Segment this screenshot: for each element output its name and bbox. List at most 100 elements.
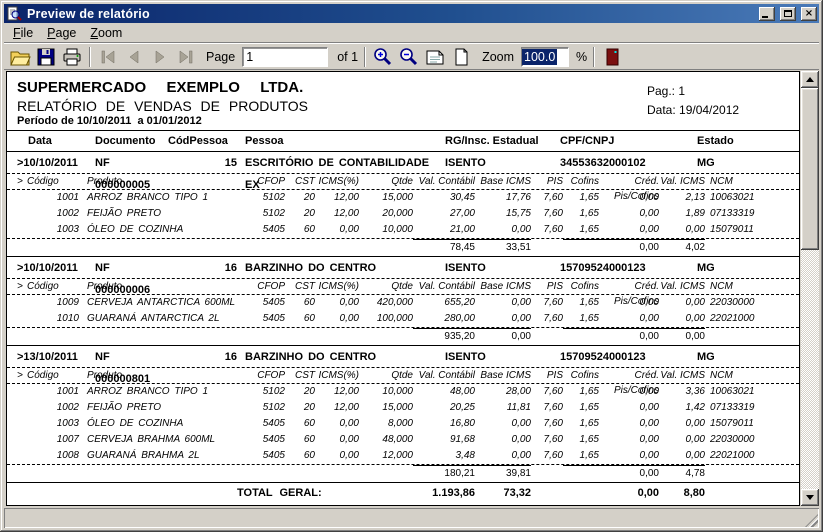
first-page-button[interactable] bbox=[95, 45, 121, 69]
cell: 12,00 bbox=[315, 190, 359, 206]
grand-total-label: TOTAL GERAL: bbox=[237, 483, 413, 503]
cell: 1007 bbox=[27, 432, 79, 448]
detail-row: 1008GUARANÁ BRAHMA 2L5405600,0012,0003,4… bbox=[7, 448, 799, 464]
toolbar-separator bbox=[364, 47, 366, 67]
prev-page-button[interactable] bbox=[121, 45, 147, 69]
detail-row: 1002FEIJÃO PRETO51022012,0020,00027,0015… bbox=[7, 206, 799, 222]
last-page-button[interactable] bbox=[173, 45, 199, 69]
cell: 0,00 bbox=[659, 222, 705, 238]
minimize-button[interactable] bbox=[759, 7, 775, 21]
zoom-out-icon bbox=[398, 46, 420, 68]
grand-total-value: 1.193,86 bbox=[413, 483, 475, 503]
open-button[interactable] bbox=[7, 45, 33, 69]
cell bbox=[27, 328, 79, 345]
exit-button[interactable] bbox=[599, 45, 625, 69]
zoom-in-button[interactable] bbox=[370, 45, 396, 69]
toolbar-separator bbox=[89, 47, 91, 67]
arrow-down-icon bbox=[806, 495, 814, 504]
cell bbox=[79, 239, 237, 256]
cell: 20 bbox=[285, 190, 315, 206]
column-header: CódPessoa bbox=[168, 131, 245, 151]
subtotal-value: 0,00 bbox=[659, 328, 705, 345]
cell: 0,00 bbox=[599, 432, 659, 448]
cell: 0,00 bbox=[315, 222, 359, 238]
subtotal-value: 33,51 bbox=[475, 239, 531, 256]
last-page-icon bbox=[175, 46, 197, 68]
cell: 10063021 bbox=[705, 190, 799, 206]
cell bbox=[79, 328, 237, 345]
cell: 0,00 bbox=[599, 448, 659, 464]
cell: 12,00 bbox=[315, 384, 359, 400]
cell bbox=[359, 328, 413, 345]
cell: 1010 bbox=[27, 311, 79, 327]
cell: 7,60 bbox=[531, 416, 563, 432]
grand-total-row: TOTAL GERAL:1.193,8673,320,008,80 bbox=[7, 483, 799, 503]
scroll-up-button[interactable] bbox=[801, 71, 819, 88]
cell: 07133319 bbox=[705, 400, 799, 416]
cell: 1,65 bbox=[563, 448, 599, 464]
report-preview-icon bbox=[6, 6, 22, 22]
detail-row: 1003ÓLEO DE COZINHA5405600,008,00016,800… bbox=[7, 416, 799, 432]
group-header-row: >13/10/2011NF 00000080116BARZINHO DO CEN… bbox=[7, 346, 799, 367]
cell bbox=[27, 465, 79, 482]
maximize-button[interactable] bbox=[780, 7, 796, 21]
zoom-out-button[interactable] bbox=[396, 45, 422, 69]
cell: ARROZ BRANCO TIPO 1 bbox=[79, 384, 237, 400]
cell: 15,000 bbox=[359, 190, 413, 206]
page-date-info: Pag.: 1 Data: 19/04/2012 bbox=[647, 82, 739, 120]
save-button[interactable] bbox=[33, 45, 59, 69]
zoom-value: 100.0 bbox=[522, 49, 557, 65]
cell: 0,00 bbox=[599, 400, 659, 416]
cell: 1,65 bbox=[563, 400, 599, 416]
cell: 0,00 bbox=[475, 295, 531, 311]
menu-page[interactable]: Page bbox=[40, 24, 83, 42]
cell: 0,00 bbox=[475, 222, 531, 238]
report-header: SUPERMERCADO EXEMPLO LTDA. RELATÓRIO DE … bbox=[7, 72, 799, 130]
cell: 20 bbox=[285, 384, 315, 400]
menu-zoom[interactable]: Zoom bbox=[83, 24, 129, 42]
cell: 0,00 bbox=[599, 384, 659, 400]
cell: 12,000 bbox=[359, 448, 413, 464]
cell bbox=[315, 465, 359, 482]
cell: 0,00 bbox=[315, 432, 359, 448]
cell: 27,00 bbox=[413, 206, 475, 222]
cell: CERVEJA BRAHMA 600ML bbox=[79, 432, 237, 448]
cell: 20 bbox=[285, 206, 315, 222]
whole-page-button[interactable] bbox=[448, 45, 474, 69]
cell bbox=[17, 190, 27, 206]
cell bbox=[315, 328, 359, 345]
titlebar: Preview de relatório × bbox=[4, 4, 819, 23]
zoom-input[interactable]: 100.0 bbox=[521, 47, 569, 67]
page-width-icon bbox=[424, 46, 446, 68]
cell: FEIJÃO PRETO bbox=[79, 206, 237, 222]
cell: 1008 bbox=[27, 448, 79, 464]
cell: 280,00 bbox=[413, 311, 475, 327]
group-subtotal-row: 180,2139,810,004,78 bbox=[7, 465, 799, 482]
scrollbar-track[interactable] bbox=[801, 88, 819, 489]
detail-row: 1010GUARANÁ ANTARCTICA 2L5405600,00100,0… bbox=[7, 311, 799, 327]
print-button[interactable] bbox=[59, 45, 85, 69]
subtotal-value: 935,20 bbox=[413, 328, 475, 345]
scroll-down-button[interactable] bbox=[801, 489, 819, 506]
cell: 1,65 bbox=[563, 222, 599, 238]
resize-grip[interactable] bbox=[805, 514, 818, 527]
menu-file[interactable]: File bbox=[6, 24, 40, 42]
detail-row: 1007CERVEJA BRAHMA 600ML5405600,0048,000… bbox=[7, 432, 799, 448]
detail-header-row: >CódigoProdutoCFOPCSTICMS(%)QtdeVal. Con… bbox=[7, 174, 799, 189]
report-body: >10/10/2011NF 00000000515ESCRITÓRIO DE C… bbox=[7, 152, 799, 503]
cell: 07133319 bbox=[705, 206, 799, 222]
cell: 60 bbox=[285, 416, 315, 432]
cell bbox=[17, 432, 27, 448]
cell: 7,60 bbox=[531, 311, 563, 327]
cell: 11,81 bbox=[475, 400, 531, 416]
page-width-button[interactable] bbox=[422, 45, 448, 69]
cell: 7,60 bbox=[531, 384, 563, 400]
next-page-button[interactable] bbox=[147, 45, 173, 69]
cell bbox=[79, 465, 237, 482]
scrollbar-thumb[interactable] bbox=[801, 88, 819, 250]
page-number-input[interactable] bbox=[242, 47, 328, 67]
detail-row: 1009CERVEJA ANTARCTICA 600ML5405600,0042… bbox=[7, 295, 799, 311]
cell bbox=[17, 448, 27, 464]
subtotal-value: 39,81 bbox=[475, 465, 531, 482]
close-button[interactable]: × bbox=[801, 7, 817, 21]
